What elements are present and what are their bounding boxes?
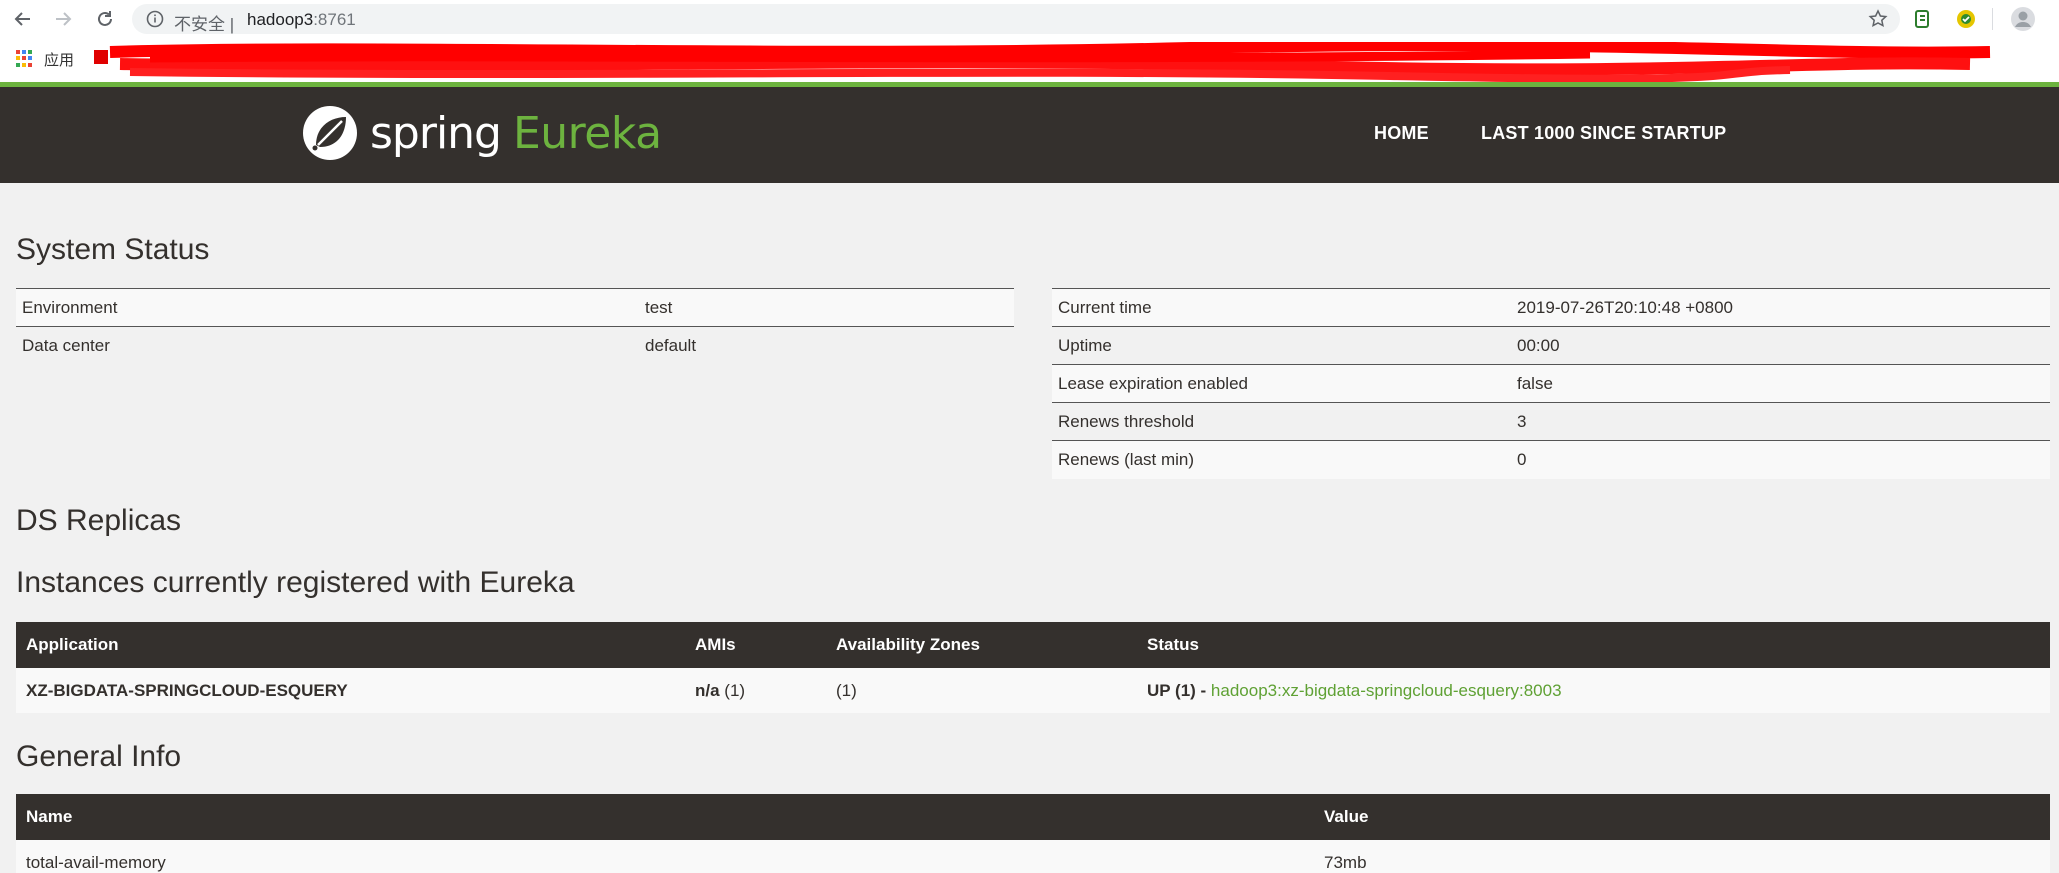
column-header: Availability Zones (826, 622, 1137, 668)
logo-eureka-text: Eureka (512, 107, 662, 159)
column-header: Status (1137, 622, 2050, 668)
status-row: Current time 2019-07-26T20:10:48 +0800 (1052, 288, 2050, 327)
redaction-scribble (94, 42, 1991, 82)
info-icon[interactable] (146, 10, 164, 28)
general-info-title: General Info (16, 740, 182, 773)
status-label: Lease expiration enabled (1052, 364, 1511, 403)
instance-link[interactable]: hadoop3:xz-bigdata-springcloud-esquery:8… (1211, 681, 1562, 700)
status-row: Uptime 00:00 (1052, 326, 2050, 365)
status-label: Renews threshold (1052, 402, 1511, 441)
logo-spring-text: spring (370, 107, 502, 159)
spring-leaf-icon (303, 106, 357, 160)
url-port: :8761 (313, 10, 356, 29)
status-value: default (639, 326, 1014, 365)
extension-icon-2[interactable] (1955, 8, 1977, 30)
toolbar-divider (1992, 8, 1993, 30)
nav-home-link[interactable]: HOME (1374, 123, 1429, 144)
bookmark-star-icon[interactable] (1868, 9, 1888, 29)
status-value: 0 (1511, 440, 2050, 479)
spring-eureka-logo[interactable]: spring Eureka (300, 101, 662, 165)
status-prefix: UP (1) - (1147, 680, 1211, 700)
status-value: false (1511, 364, 2050, 403)
amis-cell: n/a (1) (685, 668, 826, 713)
amis-count: (1) (719, 680, 746, 700)
status-value: test (639, 288, 1014, 327)
ds-replicas-title: DS Replicas (16, 504, 182, 537)
status-value: 00:00 (1511, 326, 2050, 365)
table-row: XZ-BIGDATA-SPRINGCLOUD-ESQUERY n/a (1) (… (16, 668, 2050, 713)
status-row: Environment test (16, 288, 1014, 327)
general-info-table: Name Value total-avail-memory 73mb (16, 794, 2050, 873)
column-header: AMIs (685, 622, 826, 668)
arrow-left-icon (14, 12, 30, 26)
browser-toolbar: 不安全 | hadoop3:8761 (0, 0, 2059, 38)
instances-header-row: Application AMIs Availability Zones Stat… (16, 622, 2050, 668)
table-row: total-avail-memory 73mb (16, 840, 2050, 873)
system-status-title: System Status (16, 233, 210, 266)
reload-icon (98, 11, 112, 26)
info-name: total-avail-memory (16, 840, 1314, 873)
extension-icon[interactable] (1912, 8, 1934, 30)
status-row: Lease expiration enabled false (1052, 364, 2050, 403)
apps-label[interactable]: 应用 (44, 49, 74, 70)
apps-grid-icon[interactable] (16, 50, 33, 67)
status-cell: UP (1) - hadoop3:xz-bigdata-springcloud-… (1137, 668, 2050, 713)
system-status-right-table: Current time 2019-07-26T20:10:48 +0800 U… (1052, 288, 2050, 479)
reload-button[interactable] (92, 6, 118, 32)
security-label: 不安全 | (174, 15, 235, 34)
application-name: XZ-BIGDATA-SPRINGCLOUD-ESQUERY (16, 668, 685, 713)
general-info-header-row: Name Value (16, 794, 2050, 840)
site-header: spring Eureka HOME LAST 1000 SINCE START… (0, 87, 2059, 183)
address-bar[interactable]: 不安全 | hadoop3:8761 (132, 4, 1900, 34)
amis-value: n/a (695, 680, 720, 700)
forward-button[interactable] (50, 6, 76, 32)
status-row: Data center default (16, 326, 1014, 365)
info-value: 73mb (1314, 840, 2050, 873)
column-header: Application (16, 622, 685, 668)
status-label: Uptime (1052, 326, 1511, 365)
status-value: 3 (1511, 402, 2050, 441)
column-header: Value (1314, 794, 2050, 840)
status-label: Data center (16, 326, 639, 365)
back-button[interactable] (10, 6, 36, 32)
system-status-left-table: Environment test Data center default (16, 288, 1014, 365)
status-row: Renews threshold 3 (1052, 402, 2050, 441)
url-host: hadoop3 (247, 10, 314, 29)
status-label: Current time (1052, 288, 1511, 327)
profile-avatar-icon[interactable] (2010, 6, 2036, 32)
instances-title: Instances currently registered with Eure… (16, 566, 575, 599)
instances-table: Application AMIs Availability Zones Stat… (16, 622, 2050, 713)
status-value: 2019-07-26T20:10:48 +0800 (1511, 288, 2050, 327)
status-label: Environment (16, 288, 639, 327)
status-row: Renews (last min) 0 (1052, 440, 2050, 479)
arrow-right-icon (56, 12, 72, 26)
column-header: Name (16, 794, 1314, 840)
bookmarks-bar: 应用 (0, 38, 2059, 82)
nav-last-1000-link[interactable]: LAST 1000 SINCE STARTUP (1481, 123, 1726, 144)
zones-cell: (1) (826, 668, 1137, 713)
status-label: Renews (last min) (1052, 440, 1511, 479)
url-text[interactable]: hadoop3:8761 (247, 10, 356, 30)
